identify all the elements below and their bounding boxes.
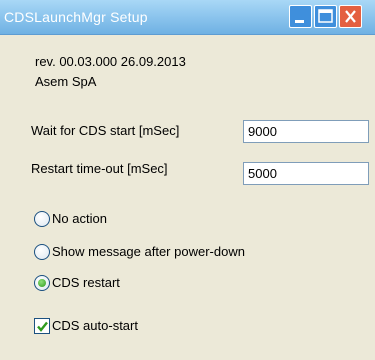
maximize-button[interactable] <box>314 5 337 28</box>
close-button[interactable] <box>339 5 362 28</box>
window-title: CDSLaunchMgr Setup <box>4 9 148 25</box>
show-message-label[interactable]: Show message after power-down <box>52 244 245 259</box>
setup-window: CDSLaunchMgr Setup rev. 00.03.000 26.09.… <box>0 0 375 360</box>
cds-autostart-checkbox[interactable] <box>34 318 50 334</box>
close-icon <box>345 10 356 23</box>
cds-restart-radio[interactable] <box>34 275 50 291</box>
wait-cds-start-input[interactable]: 9000 <box>243 120 369 143</box>
no-action-radio[interactable] <box>34 211 50 227</box>
no-action-label[interactable]: No action <box>52 211 107 226</box>
cds-restart-label[interactable]: CDS restart <box>52 275 120 290</box>
restart-timeout-label: Restart time-out [mSec] <box>31 161 168 176</box>
cds-autostart-label[interactable]: CDS auto-start <box>52 318 138 333</box>
restart-timeout-input[interactable]: 5000 <box>243 162 369 185</box>
dialog-body: rev. 00.03.000 26.09.2013 Asem SpA Wait … <box>0 35 375 360</box>
radio-selected-dot <box>38 279 46 287</box>
minimize-button[interactable] <box>289 5 312 28</box>
title-bar[interactable]: CDSLaunchMgr Setup <box>0 0 375 35</box>
wait-cds-start-label: Wait for CDS start [mSec] <box>31 123 180 138</box>
minimize-icon <box>295 20 304 23</box>
checkmark-icon <box>37 321 48 332</box>
company-text: Asem SpA <box>35 74 97 89</box>
show-message-radio[interactable] <box>34 244 50 260</box>
revision-text: rev. 00.03.000 26.09.2013 <box>35 54 186 69</box>
maximize-icon <box>318 9 333 23</box>
